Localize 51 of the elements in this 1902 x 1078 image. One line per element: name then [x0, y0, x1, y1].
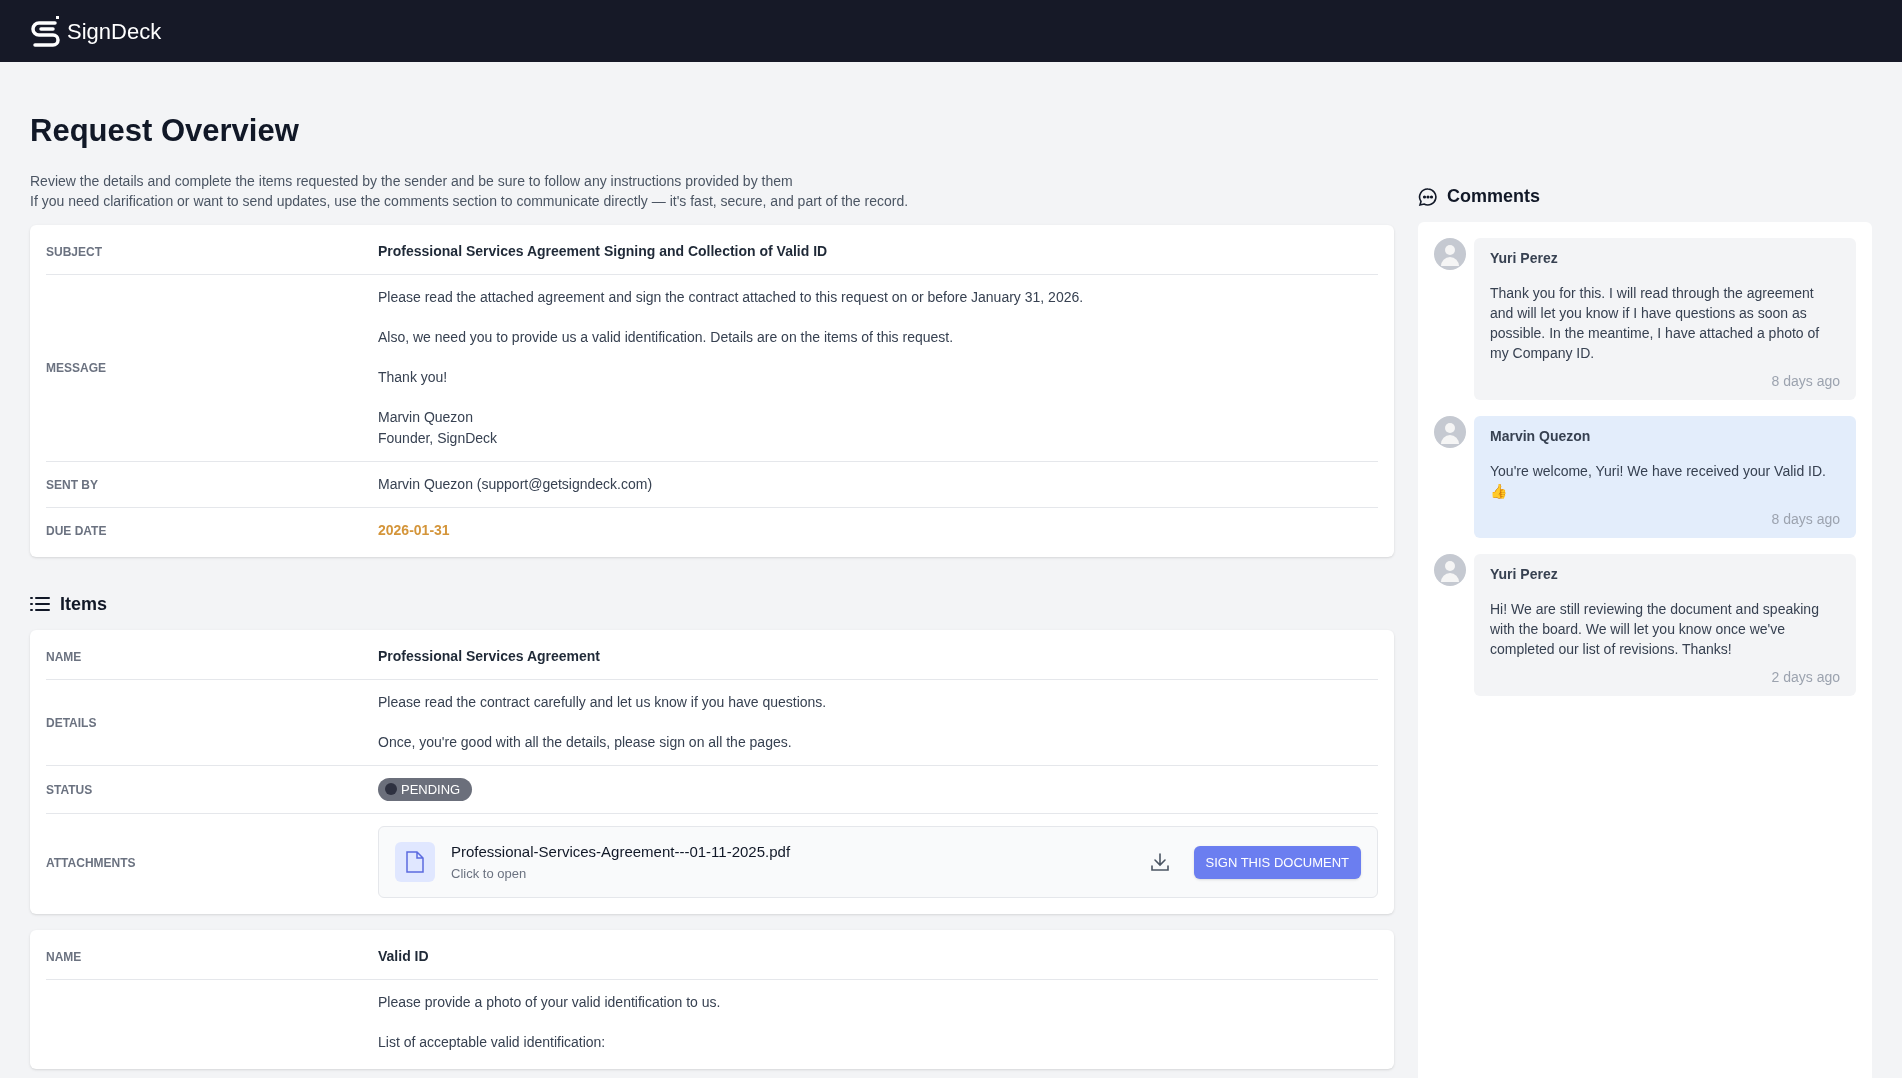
section-heading: Items	[60, 592, 108, 616]
field-label: DUE DATE	[46, 523, 107, 538]
paragraph: Marvin Quezon Founder, SignDeck	[378, 407, 499, 448]
paragraph: Marvin Quezon (support@getsigndeck.com)	[378, 474, 654, 494]
attachment-card[interactable]: Professional-Services-Agreement---01-11-2025.pdf Click to open SIGN THIS DOCUMENT	[378, 826, 1378, 899]
paragraph: Also, we need you to provide us a valid identification. Details are on the items of this request.	[378, 327, 955, 347]
field-label: SUBJECT	[46, 244, 102, 259]
sign-button[interactable]: SIGN THIS DOCUMENT	[1193, 845, 1361, 879]
file-hint: Click to open	[451, 864, 528, 883]
brand-name[interactable]: SignDeck	[67, 14, 162, 48]
comment-author: Yuri Perez	[1490, 565, 1559, 584]
file-name[interactable]: Professional-Services-Agreement---01-11-2025.pdf	[451, 841, 1134, 864]
file-icon	[395, 842, 435, 883]
comment-text: You're welcome, Yuri! We have received your Valid ID. 👍	[1490, 462, 1827, 501]
field-label: ATTACHMENTS	[46, 855, 136, 870]
page-title: Request Overview	[30, 112, 300, 150]
intro-text: If you need clarification or want to send updates, use the comments section to communicate directly — it's fast, secure, and part of the record.	[30, 191, 910, 211]
field-label: NAME	[46, 649, 82, 664]
due-date: 2026-01-31	[378, 520, 451, 540]
paragraph: List of acceptable valid identification:	[378, 1033, 607, 1053]
field-label: DETAILS	[46, 715, 97, 730]
intro-text: Review the details and complete the items requested by the sender and be sure to follow any instructions provided by them	[30, 171, 794, 191]
paragraph: Thank you!	[378, 367, 449, 387]
avatar-icon	[1434, 416, 1466, 448]
field-label: SENT BY	[46, 477, 98, 492]
status-dot-icon	[385, 783, 397, 796]
comment-text: Thank you for this. I will read through the agreement and will let you know if I have questions as soon as possible. In the meantime, I have attached a photo of my Company ID.	[1490, 284, 1821, 363]
comment-time: 8 days ago	[1770, 510, 1840, 529]
comment-author: Marvin Quezon	[1490, 427, 1592, 446]
download-icon[interactable]	[1149, 852, 1170, 873]
field-label: STATUS	[46, 782, 93, 797]
paragraph: Once, you're good with all the details, please sign on all the pages.	[378, 732, 793, 752]
paragraph: Please read the contract carefully and let us know if you have questions.	[378, 692, 828, 712]
comment-time: 2 days ago	[1770, 668, 1840, 687]
comment-author: Yuri Perez	[1490, 249, 1559, 268]
avatar-icon	[1434, 238, 1466, 270]
value-text: Valid ID	[378, 947, 430, 967]
comment-text: Hi! We are still reviewing the document and speaking with the board. We will let you know once we've completed our list of revisions. Thanks!	[1490, 600, 1820, 659]
section-heading: Comments	[1447, 185, 1540, 208]
value-text: Professional Services Agreement Signing and Collection of Valid ID	[378, 241, 829, 261]
avatar-icon	[1434, 554, 1466, 586]
value-text: Professional Services Agreement	[378, 646, 602, 666]
paragraph: Please read the attached agreement and sign the contract attached to this request on or before January 31, 2026.	[378, 287, 1085, 307]
field-label: MESSAGE	[46, 361, 106, 375]
list-icon	[30, 596, 50, 612]
logo-icon	[29, 14, 63, 48]
field-label: NAME	[46, 950, 82, 965]
status-badge: PENDING	[378, 777, 473, 801]
comment-icon	[1418, 186, 1438, 207]
comment-time: 8 days ago	[1770, 372, 1840, 391]
paragraph: Please provide a photo of your valid identification to us.	[378, 993, 722, 1013]
